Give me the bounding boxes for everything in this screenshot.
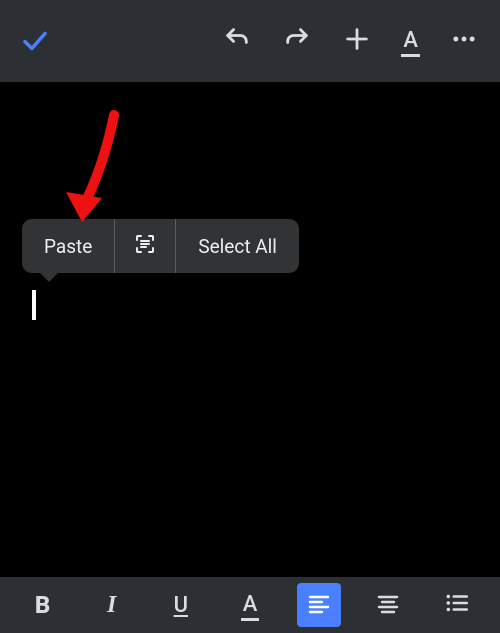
bold-button[interactable]: B <box>21 583 65 627</box>
add-button[interactable] <box>343 25 371 57</box>
paste-menu-item[interactable]: Paste <box>22 219 114 273</box>
select-all-label: Select All <box>198 235 277 258</box>
more-icon <box>450 25 478 57</box>
text-format-icon: A <box>403 30 418 52</box>
confirm-button[interactable] <box>0 26 70 56</box>
editor-area[interactable] <box>0 82 500 577</box>
paste-label: Paste <box>44 235 92 258</box>
align-center-button[interactable] <box>366 583 410 627</box>
top-toolbar: A <box>0 0 500 82</box>
plus-icon <box>343 25 371 57</box>
align-left-button[interactable] <box>297 583 341 627</box>
redo-icon <box>283 25 311 57</box>
underline-icon: U <box>174 593 188 618</box>
bold-icon: B <box>35 591 50 619</box>
align-center-icon <box>376 591 400 619</box>
italic-button[interactable]: I <box>90 583 134 627</box>
align-left-icon <box>307 591 331 619</box>
select-all-menu-item[interactable]: Select All <box>175 219 299 273</box>
bullet-list-icon <box>444 590 470 620</box>
redo-button[interactable] <box>283 25 311 57</box>
bullet-list-button[interactable] <box>435 583 479 627</box>
text-format-button[interactable]: A <box>403 30 418 52</box>
text-color-icon: A <box>243 594 258 616</box>
scan-menu-item[interactable] <box>114 219 175 273</box>
text-color-button[interactable]: A <box>228 583 272 627</box>
bottom-toolbar: B I U A <box>0 577 500 633</box>
context-menu: Paste Select All <box>22 219 299 273</box>
undo-icon <box>223 25 251 57</box>
more-button[interactable] <box>450 25 478 57</box>
text-cursor <box>32 290 36 320</box>
italic-icon: I <box>107 592 116 619</box>
underline-button[interactable]: U <box>159 583 203 627</box>
scan-icon <box>133 232 157 261</box>
check-icon <box>20 26 50 56</box>
undo-button[interactable] <box>223 25 251 57</box>
